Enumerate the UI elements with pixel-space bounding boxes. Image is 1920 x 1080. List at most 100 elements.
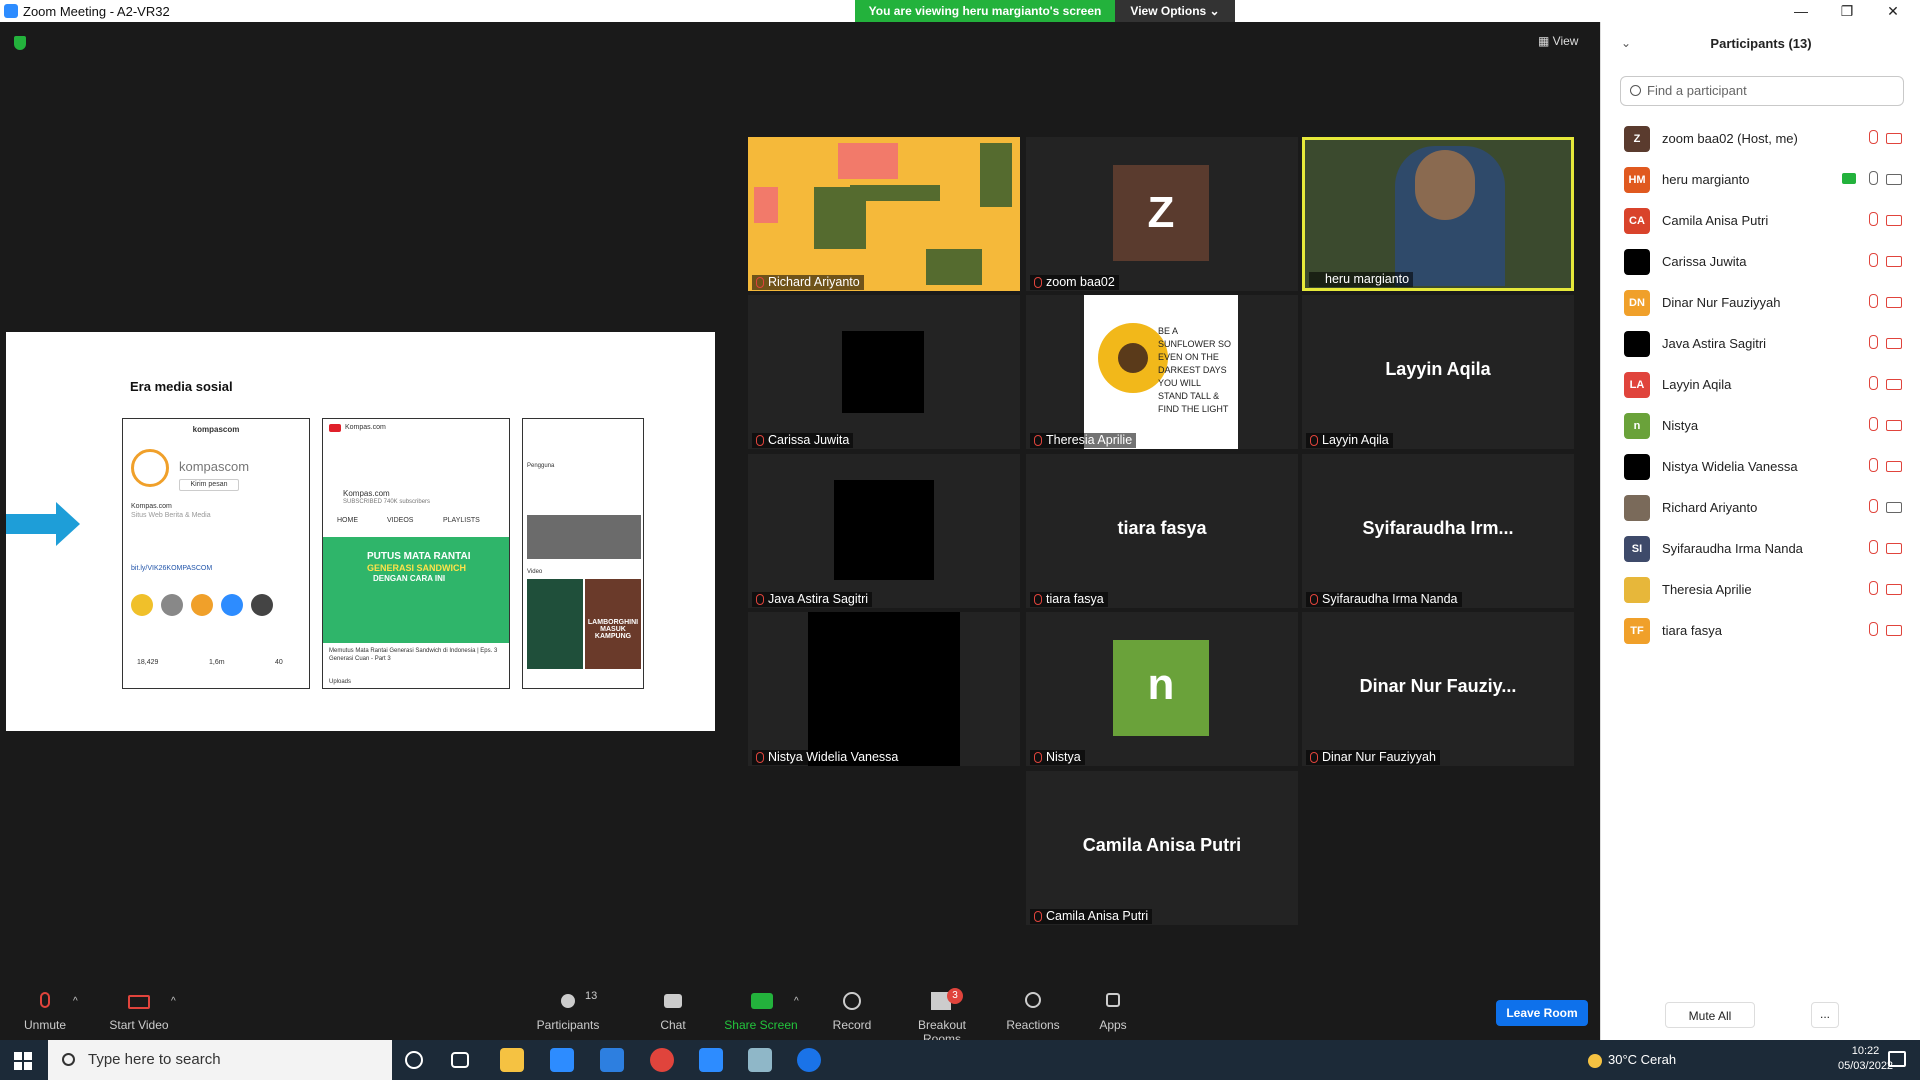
camera-icon[interactable] — [1886, 502, 1902, 513]
yt-tab-playlists: PLAYLISTS — [443, 517, 480, 524]
camera-off-icon[interactable] — [1886, 215, 1902, 226]
participant-row[interactable]: Theresia Aprilie — [1601, 569, 1920, 610]
mail-icon[interactable] — [600, 1048, 624, 1072]
weather-widget[interactable]: 30°C Cerah — [1588, 1052, 1676, 1068]
apps-button[interactable]: Apps — [1098, 992, 1128, 1032]
participant-row[interactable]: Java Astira Sagitri — [1601, 323, 1920, 364]
muted-mic-icon[interactable] — [1869, 212, 1878, 226]
camera-off-icon[interactable] — [1886, 297, 1902, 308]
search-icon — [62, 1053, 75, 1066]
restore-icon[interactable]: ❐ — [1824, 0, 1870, 22]
microsoft-store-icon[interactable] — [550, 1048, 574, 1072]
muted-mic-icon — [756, 752, 764, 763]
file-explorer-icon[interactable] — [500, 1048, 524, 1072]
participant-row[interactable]: TF tiara fasya — [1601, 610, 1920, 651]
ig-handle: kompascom — [192, 425, 240, 434]
start-video-button[interactable]: Start Video — [106, 992, 172, 1032]
more-options-button[interactable]: ... — [1811, 1002, 1839, 1028]
camera-off-icon[interactable] — [1886, 256, 1902, 267]
chrome-icon[interactable] — [650, 1048, 674, 1072]
video-tile[interactable]: BE A SUNFLOWER SO EVEN ON THE DARKEST DA… — [1026, 295, 1298, 449]
participant-row[interactable]: Carissa Juwita — [1601, 241, 1920, 282]
participant-name: Carissa Juwita — [1662, 254, 1747, 269]
notepad-icon[interactable] — [748, 1048, 772, 1072]
camera-off-icon[interactable] — [1886, 461, 1902, 472]
participant-search-input[interactable]: Find a participant — [1620, 76, 1904, 106]
video-tile[interactable]: heru margianto — [1302, 137, 1574, 291]
participant-row[interactable]: Nistya Widelia Vanessa — [1601, 446, 1920, 487]
participant-row[interactable]: LA Layyin Aqila — [1601, 364, 1920, 405]
camera-off-icon[interactable] — [1886, 543, 1902, 554]
video-tile[interactable]: Dinar Nur Fauziy... Dinar Nur Fauziyyah — [1302, 612, 1574, 766]
participant-row[interactable]: Zzoom baa02 (Host, me) — [1601, 118, 1920, 159]
participants-count: 13 — [585, 990, 598, 1002]
participant-row[interactable]: CA Camila Anisa Putri — [1601, 200, 1920, 241]
video-tile[interactable]: Carissa Juwita — [748, 295, 1020, 449]
muted-mic-icon[interactable] — [1869, 294, 1878, 308]
mute-all-button[interactable]: Mute All — [1665, 1002, 1755, 1028]
leave-room-button[interactable]: Leave Room — [1496, 1000, 1588, 1026]
muted-mic-icon[interactable] — [1869, 335, 1878, 349]
participant-row[interactable]: SI Syifaraudha Irma Nanda — [1601, 528, 1920, 569]
camera-off-icon[interactable] — [1886, 133, 1902, 144]
participant-avatar — [1624, 577, 1650, 603]
muted-mic-icon[interactable] — [1869, 253, 1878, 267]
muted-mic-icon[interactable] — [1869, 622, 1878, 636]
participant-name: Java Astira Sagitri — [1662, 336, 1767, 351]
camera-off-icon[interactable] — [1886, 338, 1902, 349]
share-screen-button[interactable]: Share Screen — [724, 992, 798, 1032]
muted-mic-icon[interactable] — [1869, 130, 1878, 144]
muted-mic-icon[interactable] — [1869, 581, 1878, 595]
video-tile[interactable]: tiara fasya tiara fasya — [1026, 454, 1298, 608]
breakout-rooms-button[interactable]: 3 Breakout Rooms — [898, 988, 986, 1046]
minimize-icon[interactable]: — — [1778, 0, 1824, 22]
task-view-icon[interactable] — [451, 1052, 469, 1068]
video-tile[interactable]: Nistya Widelia Vanessa — [748, 612, 1020, 766]
video-options-caret[interactable]: ^ — [171, 996, 176, 1007]
video-tile[interactable]: Z zoom baa02 — [1026, 137, 1298, 291]
taskbar-search-box[interactable]: Type here to search — [48, 1040, 392, 1080]
yt-subscribers: SUBSCRIBED 740K subscribers — [343, 499, 431, 505]
camera-off-icon[interactable] — [1886, 379, 1902, 390]
record-button[interactable]: Record — [830, 992, 874, 1032]
teamviewer-icon[interactable] — [797, 1048, 821, 1072]
audio-options-caret[interactable]: ^ — [73, 996, 78, 1007]
video-tile[interactable]: Layyin Aqila Layyin Aqila — [1302, 295, 1574, 449]
muted-mic-icon[interactable] — [1869, 499, 1878, 513]
view-options-button[interactable]: View Options ⌄ — [1115, 0, 1235, 22]
yt-brand: Kompas.com — [345, 424, 386, 431]
video-tile[interactable]: Java Astira Sagitri — [748, 454, 1020, 608]
participant-row[interactable]: DN Dinar Nur Fauziyyah — [1601, 282, 1920, 323]
muted-mic-icon[interactable] — [1869, 540, 1878, 554]
reactions-button[interactable]: Reactions — [1006, 992, 1060, 1032]
share-options-caret[interactable]: ^ — [794, 996, 799, 1007]
view-button[interactable]: ▦ View — [1538, 34, 1578, 48]
participant-row[interactable]: n Nistya — [1601, 405, 1920, 446]
participant-row[interactable]: HM heru margianto — [1601, 159, 1920, 200]
muted-mic-icon[interactable] — [1869, 376, 1878, 390]
participant-row[interactable]: Richard Ariyanto — [1601, 487, 1920, 528]
tile-name-label: Theresia Aprilie — [1030, 433, 1137, 448]
encryption-shield-icon[interactable] — [14, 36, 26, 50]
video-tile[interactable]: Camila Anisa Putri Camila Anisa Putri — [1026, 771, 1298, 925]
windows-start-icon[interactable] — [14, 1052, 32, 1070]
chat-button[interactable]: Chat — [658, 992, 688, 1032]
notifications-icon[interactable] — [1888, 1051, 1906, 1067]
weather-sun-icon — [1588, 1053, 1602, 1068]
video-tile[interactable]: Richard Ariyanto — [748, 137, 1020, 291]
camera-off-icon[interactable] — [1886, 420, 1902, 431]
video-tile[interactable]: Syifaraudha Irm... Syifaraudha Irma Nand… — [1302, 454, 1574, 608]
unmute-button[interactable]: Unmute — [20, 992, 70, 1032]
taskbar-clock[interactable]: 10:22 05/03/2022 — [1838, 1044, 1893, 1074]
zoom-taskbar-icon[interactable] — [699, 1048, 723, 1072]
close-icon[interactable]: ✕ — [1870, 0, 1916, 22]
video-tile[interactable]: n Nistya — [1026, 612, 1298, 766]
camera-icon[interactable] — [1886, 174, 1902, 185]
cortana-icon[interactable] — [405, 1051, 423, 1069]
camera-off-icon[interactable] — [1886, 584, 1902, 595]
muted-mic-icon[interactable] — [1869, 417, 1878, 431]
microphone-icon[interactable] — [1869, 171, 1878, 185]
muted-mic-icon[interactable] — [1869, 458, 1878, 472]
camera-off-icon[interactable] — [1886, 625, 1902, 636]
participants-button[interactable]: 13 Participants — [536, 990, 600, 1032]
